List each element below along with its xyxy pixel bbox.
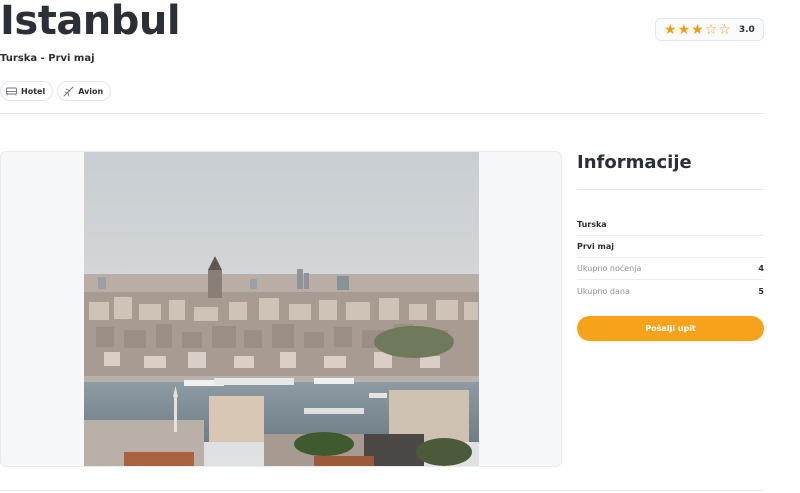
airplane-icon [63,86,74,97]
info-row-label: Turska [577,220,607,229]
info-row-label: Ukupno dana [577,286,630,296]
header-divider [0,113,764,114]
info-row-label: Prvi maj [577,242,615,251]
info-row-nights: Ukupno noćenja 4 [577,258,764,280]
star-empty-icon: ☆ [718,21,731,38]
info-title: Informacije [577,152,692,173]
tag-avion-label: Avion [78,86,104,96]
tag-hotel-label: Hotel [21,86,46,96]
page-subtitle: Turska - Prvi maj [0,53,95,64]
transport-tags: Hotel Avion [0,81,112,101]
info-row-days: Ukupno dana 5 [577,280,764,302]
page-title: Istanbul [0,0,181,44]
star-filled-icon: ★ [691,21,704,38]
footer-divider [0,490,764,491]
star-empty-icon: ☆ [704,21,718,38]
rating-stars: ★ ★ ★ ☆ ☆ [664,23,731,37]
info-row-country: Turska [577,214,764,236]
info-row-trip: Prvi maj [577,236,764,258]
star-filled-icon: ★ [677,21,691,38]
info-row-value: 4 [758,264,764,273]
send-inquiry-button[interactable]: Pošalji upit [577,316,764,341]
tag-hotel[interactable]: Hotel [0,81,54,101]
tag-avion[interactable]: Avion [57,81,112,101]
image-gallery[interactable] [0,151,562,467]
star-filled-icon: ★ [664,21,677,38]
info-divider [577,189,764,190]
info-row-label: Ukupno noćenja [577,264,642,273]
info-row-value: 5 [758,286,764,296]
rating-value: 3.0 [738,24,755,35]
rating-badge: ★ ★ ★ ☆ ☆ 3.0 [655,18,764,41]
destination-photo[interactable] [84,152,479,466]
bed-icon [6,87,17,96]
